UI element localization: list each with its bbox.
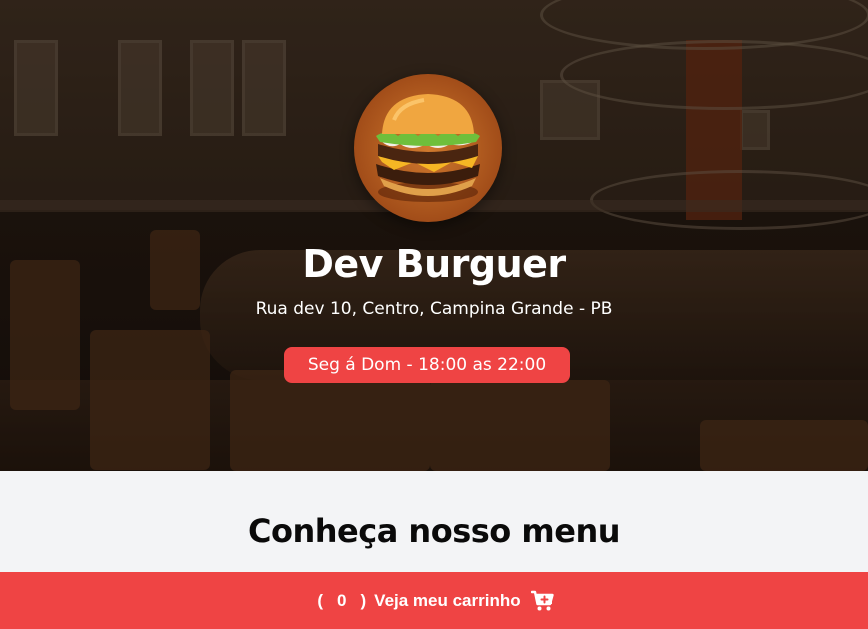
restaurant-name: Dev Burguer bbox=[302, 242, 566, 286]
burger-logo-icon bbox=[376, 94, 480, 202]
restaurant-address: Rua dev 10, Centro, Campina Grande - PB bbox=[255, 299, 613, 319]
cart-count-open-paren: ( bbox=[317, 590, 324, 610]
menu-section-title: Conheça nosso menu bbox=[247, 512, 621, 550]
view-cart-label: Veja meu carrinho bbox=[374, 590, 521, 610]
cart-plus-icon bbox=[530, 590, 555, 612]
cart-count: 0 bbox=[337, 590, 347, 610]
view-cart-button[interactable]: ( 0 ) Veja meu carrinho bbox=[0, 572, 868, 629]
cart-count-close-paren: ) bbox=[360, 590, 367, 610]
burger-logo-icon bbox=[354, 74, 502, 222]
hero-banner: Dev Burguer Rua dev 10, Centro, Campina … bbox=[0, 0, 868, 471]
background-overlay bbox=[0, 0, 868, 471]
opening-hours-badge: Seg á Dom - 18:00 as 22:00 bbox=[284, 347, 570, 383]
